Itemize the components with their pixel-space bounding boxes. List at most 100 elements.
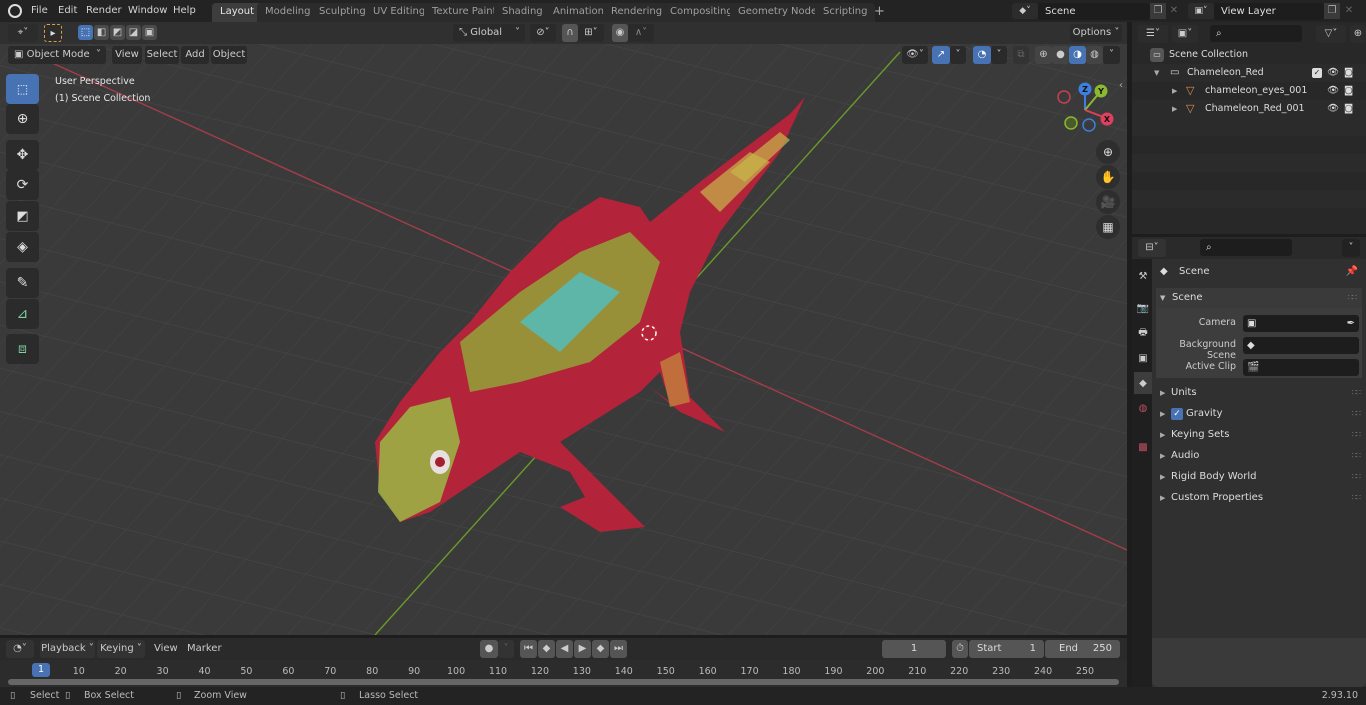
pin-icon[interactable]: 📌: [1346, 262, 1358, 282]
expand-arrow-icon[interactable]: ▶: [1172, 100, 1177, 118]
exclude-checkbox[interactable]: ✓: [1312, 68, 1322, 78]
tab-texture-icon[interactable]: ▩: [1134, 436, 1152, 458]
snap-toggle-icon[interactable]: ∩: [562, 24, 578, 42]
tab-modeling[interactable]: Modeling: [257, 3, 319, 22]
new-collection-icon[interactable]: ⊕: [1350, 25, 1366, 43]
playhead[interactable]: 1: [32, 663, 50, 677]
tweak-tool-icon[interactable]: ▸: [44, 24, 62, 42]
view-layer-field[interactable]: View Layer: [1214, 3, 1324, 20]
camera-view-icon[interactable]: 🎥: [1096, 190, 1120, 214]
proportional-edit-icon[interactable]: ◉: [612, 24, 628, 42]
select-mode-invert-icon[interactable]: ◪: [126, 25, 141, 40]
panel-scene-header[interactable]: ▼ Scene ∷∷: [1156, 288, 1362, 308]
proportional-falloff-button[interactable]: ∧˅: [628, 24, 654, 42]
scene-selector-icon[interactable]: ◆˅: [1012, 3, 1038, 19]
pivot-point-button[interactable]: ⊘˅: [530, 24, 556, 42]
gizmo-dropdown[interactable]: ˅: [950, 46, 966, 64]
outliner-search-input[interactable]: ⌕: [1210, 25, 1302, 42]
panel-audio[interactable]: ▶ Audio ∷∷: [1156, 446, 1366, 466]
tool-rotate[interactable]: ⟳: [6, 170, 39, 200]
properties-options-dropdown[interactable]: ˅: [1342, 239, 1360, 257]
drag-handle-icon[interactable]: ∷∷: [1352, 425, 1361, 445]
tab-world-icon[interactable]: ◍: [1134, 397, 1152, 419]
overlays-dropdown[interactable]: ˅: [991, 46, 1007, 64]
snap-target-button[interactable]: ⊞˅: [578, 24, 604, 42]
outliner-editor-type-button[interactable]: ☰˅: [1138, 25, 1168, 43]
panel-units[interactable]: ▶ Units ∷∷: [1156, 383, 1366, 403]
select-mode-extend-icon[interactable]: ◧: [94, 25, 109, 40]
tab-scene-icon[interactable]: ◆: [1134, 372, 1152, 394]
eye-icon[interactable]: 👁: [1327, 100, 1339, 118]
camera-render-icon[interactable]: ◙: [1344, 64, 1353, 82]
neg-z-axis-icon[interactable]: [1082, 118, 1096, 132]
menu-window[interactable]: Window: [128, 3, 167, 19]
tool-transform[interactable]: ◈: [6, 232, 39, 262]
select-mode-intersect-icon[interactable]: ▣: [142, 25, 157, 40]
panel-gravity[interactable]: ▶ ✓ Gravity ∷∷: [1156, 404, 1366, 424]
select-mode-subtract-icon[interactable]: ◩: [110, 25, 125, 40]
menu-select[interactable]: Select: [145, 46, 179, 64]
tool-select-box[interactable]: ⬚: [6, 74, 39, 104]
delete-scene-icon[interactable]: ✕: [1167, 3, 1181, 19]
properties-search-input[interactable]: ⌕: [1200, 239, 1292, 256]
tab-compositing[interactable]: Compositing: [662, 3, 741, 22]
tab-view-layer-icon[interactable]: ▣: [1134, 347, 1152, 369]
outliner-scene-collection[interactable]: ▭ Scene Collection: [1132, 46, 1366, 64]
pan-view-icon[interactable]: ✋: [1096, 165, 1120, 189]
shading-solid-icon[interactable]: ●: [1052, 46, 1069, 64]
tab-tool-icon[interactable]: ⚒: [1134, 265, 1152, 287]
tab-render-icon[interactable]: 📷: [1134, 297, 1152, 319]
tool-annotate[interactable]: ✎: [6, 268, 39, 298]
tool-move[interactable]: ✥: [6, 140, 39, 170]
tab-shading[interactable]: Shading: [494, 3, 551, 22]
drag-handle-icon[interactable]: ∷∷: [1352, 467, 1361, 487]
options-dropdown[interactable]: Options ˅: [1070, 24, 1122, 42]
tool-scale[interactable]: ◩: [6, 201, 39, 231]
shading-wireframe-icon[interactable]: ⊕: [1035, 46, 1052, 64]
tool-add-cube[interactable]: ⧈: [6, 334, 39, 364]
camera-field[interactable]: ▣ ✒: [1243, 315, 1359, 332]
drag-handle-icon[interactable]: ∷∷: [1352, 488, 1361, 508]
drag-handle-icon[interactable]: ∷∷: [1352, 404, 1361, 424]
properties-editor-type-button[interactable]: ⊟˅: [1138, 239, 1166, 257]
background-scene-field[interactable]: ◆: [1243, 337, 1359, 354]
editor-type-button[interactable]: ⌖˅: [8, 24, 38, 42]
new-view-layer-icon[interactable]: ❐: [1324, 3, 1340, 19]
menu-edit[interactable]: Edit: [58, 3, 77, 19]
add-workspace-button[interactable]: +: [866, 3, 893, 22]
view-layer-selector-icon[interactable]: ▣˅: [1188, 3, 1214, 19]
panel-keying-sets[interactable]: ▶ Keying Sets ∷∷: [1156, 425, 1366, 445]
menu-add[interactable]: Add: [181, 46, 209, 64]
blender-logo-icon[interactable]: [8, 4, 22, 18]
menu-view[interactable]: View: [112, 46, 142, 64]
menu-object[interactable]: Object: [211, 46, 247, 64]
menu-help[interactable]: Help: [173, 3, 196, 19]
panel-custom-properties[interactable]: ▶ Custom Properties ∷∷: [1156, 488, 1366, 508]
drag-handle-icon[interactable]: ∷∷: [1348, 288, 1357, 308]
eye-icon[interactable]: 👁: [1327, 64, 1339, 82]
active-clip-field[interactable]: 🎬: [1243, 359, 1359, 376]
outliner-item-chameleon-eyes[interactable]: ▶ ▽ chameleon_eyes_001 👁 ◙: [1132, 82, 1366, 100]
gravity-checkbox[interactable]: ✓: [1171, 408, 1183, 420]
filter-button[interactable]: ▽˅: [1316, 25, 1346, 43]
new-scene-icon[interactable]: ❐: [1150, 3, 1166, 19]
object-mode-dropdown[interactable]: ▣ Object Mode ˅: [8, 46, 106, 64]
drag-handle-icon[interactable]: ∷∷: [1352, 446, 1361, 466]
tool-measure[interactable]: ⊿: [6, 299, 39, 329]
tab-layout[interactable]: Layout: [212, 3, 262, 22]
camera-render-icon[interactable]: ◙: [1344, 82, 1353, 100]
tab-rendering[interactable]: Rendering: [603, 3, 671, 22]
visibility-button[interactable]: 👁˅: [902, 46, 928, 64]
shading-material-preview-icon[interactable]: ◑: [1069, 46, 1086, 64]
zoom-view-icon[interactable]: ⊕: [1096, 140, 1120, 164]
tab-uv-editing[interactable]: UV Editing: [365, 3, 434, 22]
3d-viewport[interactable]: ⌖˅ ▸ ⬚ ◧ ◩ ◪ ▣ ⤡ Global ˅ ⊘˅ ∩ ⊞˅ ◉ ∧˅ Op…: [0, 22, 1127, 635]
sidebar-toggle-icon[interactable]: ‹: [1119, 80, 1123, 91]
delete-view-layer-icon[interactable]: ✕: [1342, 3, 1356, 19]
eye-icon[interactable]: 👁: [1327, 82, 1339, 100]
tab-animation[interactable]: Animation: [545, 3, 612, 22]
expand-arrow-icon[interactable]: ▼: [1154, 64, 1159, 82]
neg-y-axis-icon[interactable]: [1064, 116, 1078, 130]
xray-toggle-icon[interactable]: ⧉: [1013, 46, 1029, 64]
overlays-toggle-icon[interactable]: ◔: [973, 46, 991, 64]
